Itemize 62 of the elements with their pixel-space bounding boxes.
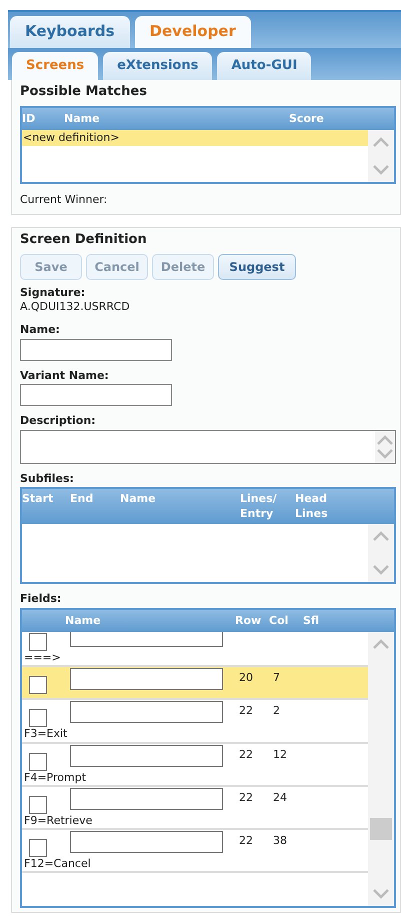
checkbox[interactable] <box>29 709 47 728</box>
column-header: Head Lines <box>295 492 329 522</box>
input-field[interactable] <box>70 788 223 810</box>
label: Fields: <box>20 591 62 608</box>
tab[interactable]: Auto-GUI <box>217 52 312 80</box>
field-label: F9=Retrieve <box>24 814 94 828</box>
table-row[interactable]: 22 12 F4=Prompt <box>22 744 368 787</box>
checkbox[interactable] <box>29 752 47 771</box>
table-row[interactable]: 22 38 F12=Cancel <box>22 830 368 874</box>
column-number: 24 <box>273 790 288 806</box>
signature-value: A.QDUI132.USRRCD <box>20 298 131 315</box>
column-header: End <box>70 492 94 507</box>
field-label: F12=Cancel <box>24 857 92 872</box>
button[interactable]: Suggest <box>218 254 296 280</box>
label: Description: <box>20 413 97 430</box>
field-label: ===> <box>24 650 62 666</box>
column-header: Start <box>22 492 54 507</box>
label: Signature: <box>20 286 86 299</box>
input-field[interactable] <box>70 668 223 690</box>
column-number: 7 <box>273 670 281 686</box>
column-header: Row <box>235 612 262 629</box>
column-header: Name <box>64 110 101 127</box>
section-title: Possible Matches <box>20 83 148 102</box>
label: Subfiles: <box>20 470 75 487</box>
tab[interactable]: eXtensions <box>103 52 212 80</box>
column-number: 12 <box>273 746 288 763</box>
column-header: ID <box>22 110 36 127</box>
label: Name: <box>20 322 61 338</box>
table-row[interactable]: <new definition> <box>22 130 368 146</box>
label: Variant Name: <box>20 368 110 384</box>
row-number: 22 <box>239 790 254 806</box>
row-number: 22 <box>239 703 254 720</box>
checkbox[interactable] <box>29 676 47 694</box>
column-header: Col <box>269 612 290 629</box>
column-header: Sfl <box>303 612 320 629</box>
column-header: Score <box>289 110 325 127</box>
column-header: Name <box>65 612 102 629</box>
row-number: 20 <box>239 670 254 686</box>
table-row[interactable]: 22 2 F3=Exit <box>22 700 368 744</box>
field-label: F3=Exit <box>24 727 68 742</box>
table-row[interactable]: 20 7 <box>22 667 368 700</box>
field-label: F4=Prompt <box>24 770 88 785</box>
checkbox[interactable] <box>29 796 47 814</box>
input-field[interactable] <box>20 384 172 406</box>
row-number: 22 <box>239 833 254 850</box>
input-field[interactable] <box>70 701 223 724</box>
input-field[interactable] <box>20 338 172 361</box>
column-number: 38 <box>273 833 288 850</box>
input-field[interactable] <box>70 831 223 854</box>
row-number: 22 <box>239 746 254 763</box>
checkbox[interactable] <box>29 632 47 651</box>
input-field[interactable] <box>70 744 223 767</box>
column-number: 2 <box>273 703 281 720</box>
tab[interactable]: Keyboards <box>10 16 130 48</box>
table-row[interactable]: 22 24 F9=Retrieve <box>22 786 368 830</box>
column-header: Name <box>120 492 157 507</box>
section-title: Screen Definition <box>20 231 148 250</box>
scroll-thumb[interactable] <box>370 818 392 840</box>
input-field[interactable] <box>70 632 223 647</box>
label: Current Winner: <box>20 192 108 208</box>
column-header: Lines/ Entry <box>240 492 278 522</box>
checkbox[interactable] <box>29 839 47 858</box>
